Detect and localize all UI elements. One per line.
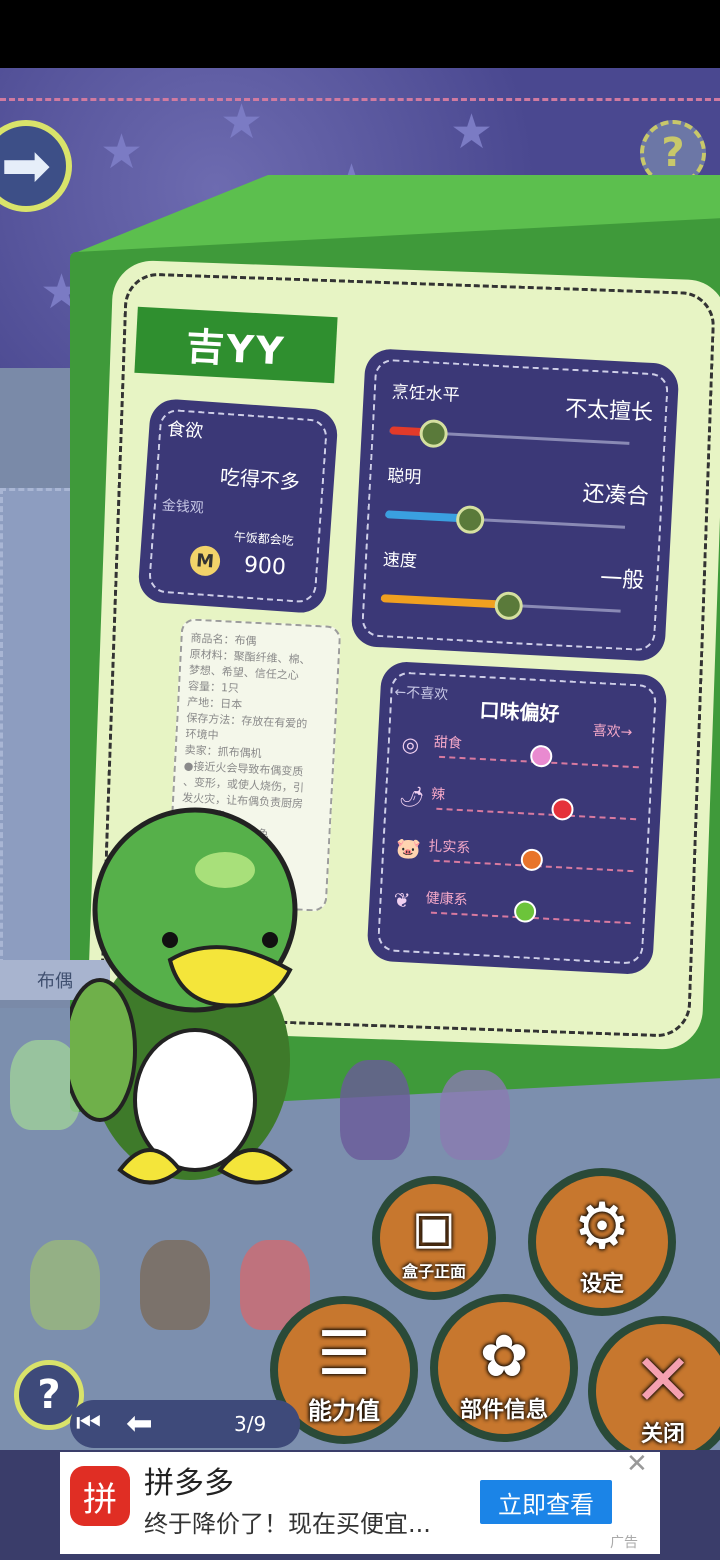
stats-label: 能力值 (308, 1397, 380, 1425)
ad-banner[interactable]: 拼 拼多多 终于降价了！现在买便宜... 立即查看 ✕ 广告 (60, 1451, 660, 1554)
taste-line (436, 807, 637, 821)
doll-figure (30, 1240, 100, 1330)
box-icon: ▣ (412, 1200, 456, 1254)
list-icon: ☰ (317, 1319, 371, 1389)
skill-label: 聪明 (386, 466, 422, 489)
taste-pin (550, 797, 575, 821)
ad-subtitle: 终于降价了！现在买便宜... (144, 1510, 431, 1538)
skill-handle (418, 418, 449, 449)
chili-icon: 🌶 (398, 783, 425, 810)
dislike-label: ←不喜欢 (393, 684, 449, 704)
status-bar (0, 0, 720, 68)
stitched-border (0, 98, 720, 101)
penguin-character[interactable] (70, 800, 310, 1200)
question-icon: ? (661, 130, 685, 176)
taste-pin (520, 848, 544, 872)
page-indicator: 3/9 (234, 1412, 267, 1436)
doll-figure (340, 1060, 410, 1160)
skill-value: 不太擅长 (564, 396, 654, 427)
taste-label: 健康系 (425, 890, 469, 909)
skill-row: 速度一般 (356, 544, 666, 640)
doll-tab-label: 布偶 (37, 971, 73, 992)
box-front-button[interactable]: ▣ 盒子正面 (372, 1176, 496, 1300)
page-nav: ⏮ ⬅ 3/9 (70, 1400, 300, 1448)
star-decoration: ★ (220, 94, 264, 150)
close-label: 关闭 (640, 1422, 685, 1447)
first-page-icon[interactable]: ⏮ (76, 1406, 101, 1440)
settings-button[interactable]: ⚙ 设定 (528, 1168, 676, 1316)
money-amount: 900 (243, 552, 287, 581)
prev-page-icon[interactable]: ⬅ (126, 1404, 153, 1442)
money-label: 金钱观 (161, 497, 205, 517)
appetite-value: 吃得不多 (219, 464, 301, 495)
taste-label: 扎实系 (427, 838, 471, 857)
skill-fill (380, 594, 501, 609)
close-icon: ✕ (632, 1338, 694, 1422)
star-decoration: ★ (100, 124, 144, 180)
taste-label: 甜食 (433, 734, 463, 752)
taste-card: ←不喜欢 口味偏好 喜欢→ ◎ 甜食 🌶 辣 🐷 扎实系 ❦ 健康系 (370, 664, 664, 972)
paw-icon: ✿ (479, 1322, 529, 1390)
appetite-card: 食欲 吃得不多 金钱观 午饭都会吃 M 900 (141, 401, 335, 611)
skill-handle (494, 591, 524, 621)
lollipop-icon: ◎ (401, 731, 420, 757)
pig-icon: 🐷 (395, 835, 422, 862)
skill-label: 速度 (382, 550, 418, 572)
taste-label: 辣 (430, 786, 446, 804)
skills-card: 烹饪水平不太擅长聪明还凑合速度一般 (354, 352, 676, 658)
taste-title: 口味偏好 (478, 697, 561, 727)
parts-info-label: 部件信息 (459, 1398, 548, 1423)
skill-value: 还凑合 (581, 481, 650, 510)
ad-title: 拼多多 (144, 1466, 234, 1501)
skill-handle (455, 504, 485, 535)
taste-pin (513, 899, 537, 924)
skill-row: 聪明还凑合 (360, 460, 670, 556)
doll-figure (440, 1070, 510, 1160)
appetite-label: 食欲 (166, 418, 204, 443)
skill-fill (385, 510, 463, 523)
gear-icon: ⚙ (573, 1190, 631, 1264)
parts-info-button[interactable]: ✿ 部件信息 (430, 1294, 578, 1442)
character-name: 吉YY (134, 306, 338, 384)
ad-close-icon[interactable]: ✕ (626, 1451, 650, 1477)
ad-view-button[interactable]: 立即查看 (480, 1480, 612, 1524)
box-front-label: 盒子正面 (401, 1262, 466, 1281)
leaf-icon: ❦ (392, 887, 411, 913)
question-icon: ? (37, 1372, 61, 1418)
skill-value: 一般 (599, 566, 645, 594)
skill-row: 烹饪水平不太擅长 (364, 376, 674, 472)
arrow-right-icon: ➡ (0, 131, 52, 201)
ad-tag: 广告 (610, 1535, 638, 1551)
star-decoration: ★ (450, 104, 494, 160)
doll-figure (140, 1240, 210, 1330)
skill-label: 烹饪水平 (391, 382, 461, 406)
taste-pin (529, 744, 553, 768)
settings-label: 设定 (579, 1272, 624, 1297)
pinduoduo-logo: 拼 (70, 1466, 130, 1526)
